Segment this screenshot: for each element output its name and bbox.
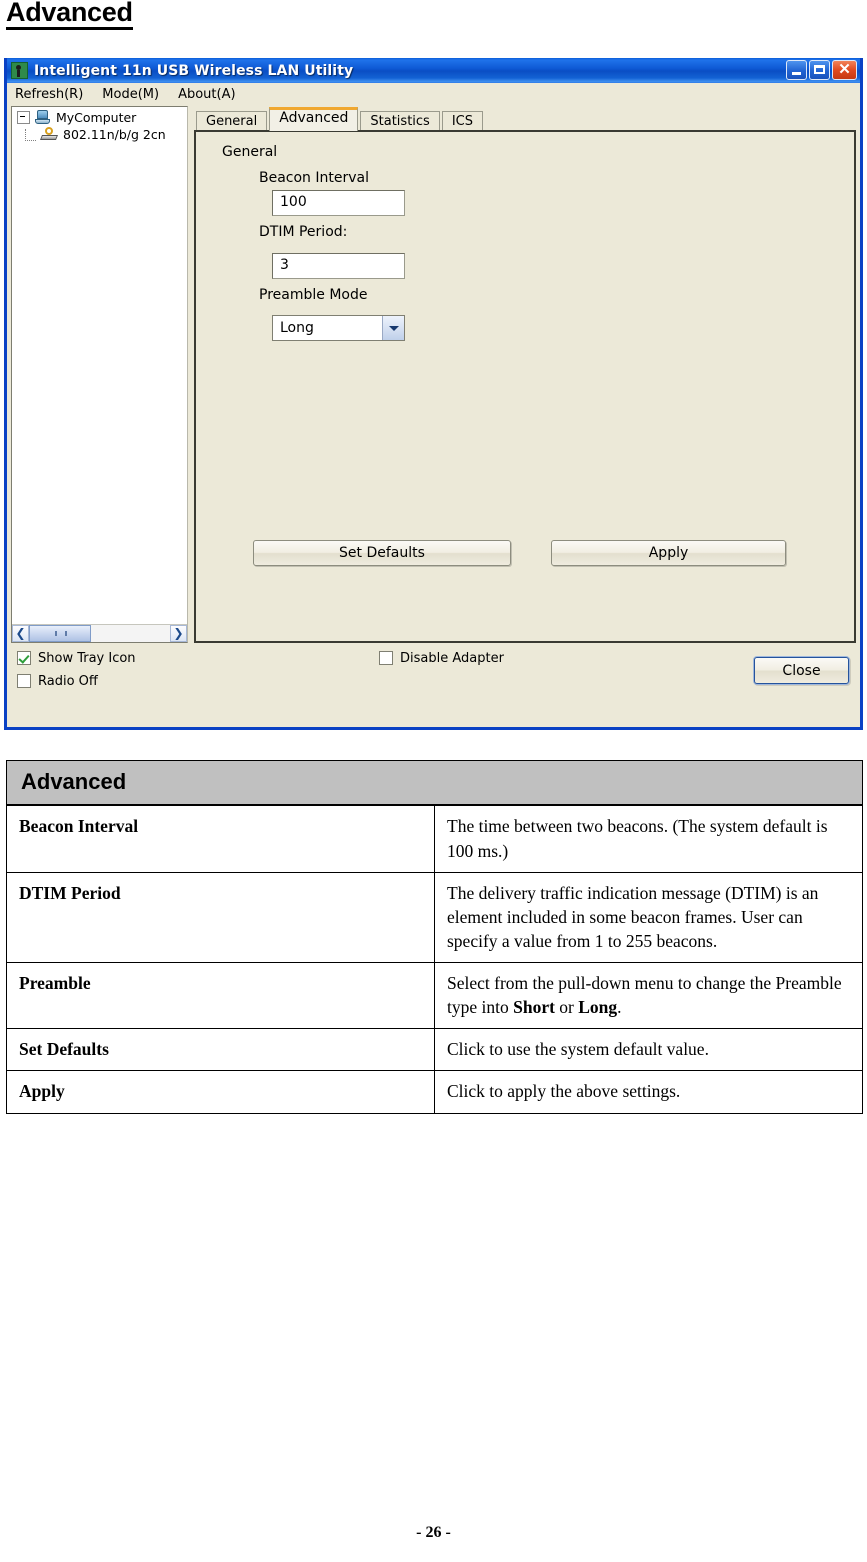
computer-icon <box>35 110 51 125</box>
wireless-adapter-icon <box>40 127 59 142</box>
preamble-desc-prefix: Select from the pull-down menu to change… <box>447 973 842 1018</box>
preamble-desc-short: Short <box>513 997 555 1018</box>
device-tree-panel: MyComputer 802.11n/b/g 2cn ❮ ❯ <box>11 106 188 643</box>
page-title: Advanced <box>6 0 133 31</box>
window-body: MyComputer 802.11n/b/g 2cn ❮ ❯ General A… <box>7 106 860 643</box>
tab-advanced[interactable]: Advanced <box>269 107 359 131</box>
term-preamble: Preamble <box>6 962 435 1030</box>
general-group-label: General <box>222 144 278 160</box>
scroll-left-arrow-icon[interactable]: ❮ <box>12 625 29 642</box>
tree-item-adapter[interactable]: 802.11n/b/g 2cn <box>12 125 187 142</box>
tab-ics[interactable]: ICS <box>441 111 483 130</box>
term-apply: Apply <box>6 1070 435 1114</box>
window-footer: Show Tray Icon Radio Off Disable Adapter… <box>7 643 860 703</box>
radio-off-label: Radio Off <box>38 673 98 689</box>
preamble-desc-mid: or <box>554 997 579 1018</box>
description-dtim-period: The delivery traffic indication message … <box>434 871 863 964</box>
term-set-defaults: Set Defaults <box>6 1028 435 1072</box>
tree-item-label: MyComputer <box>56 110 137 125</box>
description-preamble: Select from the pull-down menu to change… <box>434 962 863 1030</box>
description-set-defaults: Click to use the system default value. <box>434 1028 863 1072</box>
table-row: Apply Click to apply the above settings. <box>6 1070 863 1114</box>
tree-connector-horizontal <box>25 140 36 142</box>
close-icon: ✕ <box>838 61 851 78</box>
preamble-mode-value: Long <box>280 320 314 336</box>
menu-item-mode[interactable]: Mode(M) <box>102 85 168 104</box>
title-bar: Intelligent 11n USB Wireless LAN Utility… <box>7 58 860 83</box>
set-defaults-button[interactable]: Set Defaults <box>253 540 511 566</box>
chevron-down-icon[interactable] <box>382 316 404 340</box>
preamble-desc-suffix: . <box>617 997 622 1018</box>
table-header-label: Advanced <box>6 760 863 807</box>
scrollbar-track[interactable] <box>29 625 170 642</box>
term-beacon-interval: Beacon Interval <box>6 804 435 873</box>
application-icon <box>11 62 28 79</box>
advanced-settings-table: Advanced Beacon Interval The time betwee… <box>6 760 863 1114</box>
menu-item-refresh[interactable]: Refresh(R) <box>15 85 92 104</box>
show-tray-icon-label: Show Tray Icon <box>38 650 136 666</box>
close-button[interactable]: Close <box>754 657 849 684</box>
radio-off-row[interactable]: Radio Off <box>17 672 860 690</box>
minimize-button[interactable] <box>786 60 807 80</box>
disable-adapter-checkbox[interactable] <box>379 651 393 665</box>
menu-bar: Refresh(R) Mode(M) About(A) <box>7 83 860 106</box>
table-header-row: Advanced <box>6 760 863 807</box>
table-row: Beacon Interval The time between two bea… <box>6 804 863 873</box>
table-row: Set Defaults Click to use the system def… <box>6 1028 863 1072</box>
tree-horizontal-scrollbar[interactable]: ❮ ❯ <box>12 624 187 642</box>
dtim-period-label: DTIM Period: <box>259 224 348 240</box>
close-window-button[interactable]: ✕ <box>832 60 857 80</box>
maximize-button[interactable] <box>809 60 830 80</box>
scroll-right-arrow-icon[interactable]: ❯ <box>170 625 187 642</box>
tree-item-label: 802.11n/b/g 2cn <box>63 127 166 142</box>
description-beacon-interval: The time between two beacons. (The syste… <box>434 804 863 873</box>
tab-general[interactable]: General <box>196 111 268 130</box>
collapse-icon[interactable] <box>17 111 30 124</box>
application-window: Intelligent 11n USB Wireless LAN Utility… <box>4 58 863 730</box>
beacon-interval-label: Beacon Interval <box>259 170 369 186</box>
scrollbar-thumb[interactable] <box>29 625 91 642</box>
beacon-interval-input[interactable]: 100 <box>272 190 405 216</box>
tab-strip: General Advanced Statistics ICS <box>194 106 856 131</box>
preamble-mode-label: Preamble Mode <box>259 287 368 303</box>
tab-statistics[interactable]: Statistics <box>360 111 440 130</box>
dtim-period-input[interactable]: 3 <box>272 253 405 279</box>
advanced-tab-panel: General Beacon Interval 100 DTIM Period:… <box>194 130 856 643</box>
table-row: DTIM Period The delivery traffic indicat… <box>6 871 863 964</box>
tree-item-mycomputer[interactable]: MyComputer <box>12 107 187 125</box>
window-controls: ✕ <box>786 60 857 80</box>
preamble-mode-select[interactable]: Long <box>272 315 405 341</box>
preamble-desc-long: Long <box>578 997 618 1018</box>
apply-button[interactable]: Apply <box>551 540 786 566</box>
page-number: - 26 - <box>416 1524 451 1541</box>
disable-adapter-row[interactable]: Disable Adapter <box>379 649 504 667</box>
radio-off-checkbox[interactable] <box>17 674 31 688</box>
show-tray-icon-checkbox[interactable] <box>17 651 31 665</box>
term-dtim-period: DTIM Period <box>6 871 435 964</box>
tab-area: General Advanced Statistics ICS General … <box>194 106 856 643</box>
description-apply: Click to apply the above settings. <box>434 1070 863 1114</box>
menu-item-about[interactable]: About(A) <box>178 85 244 104</box>
table-row: Preamble Select from the pull-down menu … <box>6 962 863 1030</box>
disable-adapter-label: Disable Adapter <box>400 650 504 666</box>
window-title: Intelligent 11n USB Wireless LAN Utility <box>34 62 354 79</box>
